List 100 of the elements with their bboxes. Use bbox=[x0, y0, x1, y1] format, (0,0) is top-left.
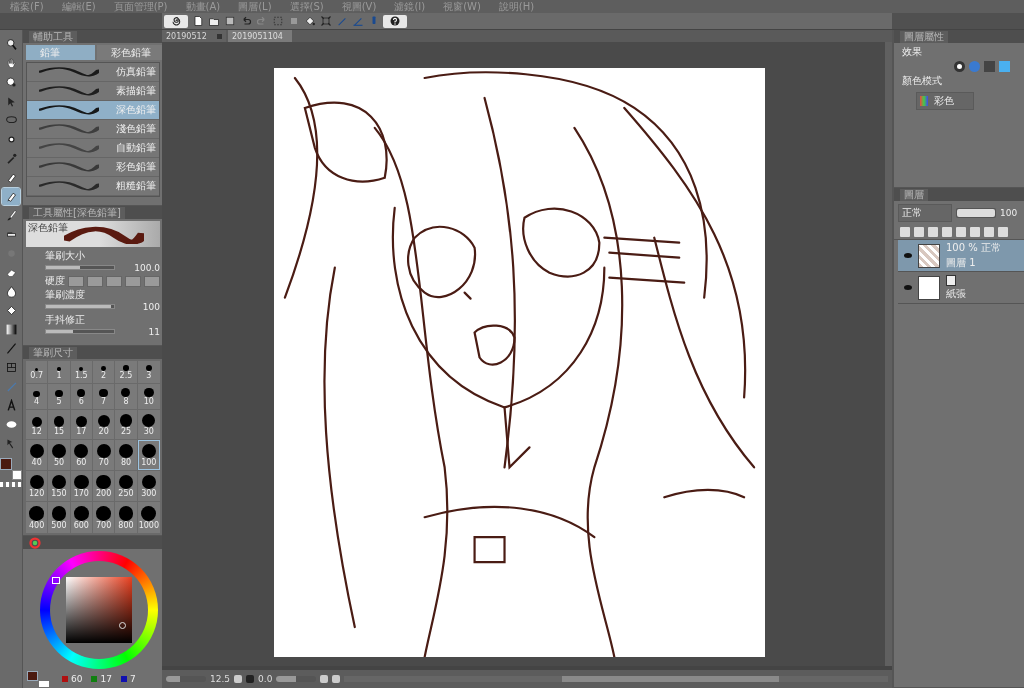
hardness-option[interactable] bbox=[144, 275, 160, 287]
color-mode-dropdown[interactable]: 彩色 bbox=[916, 92, 974, 110]
slider-track[interactable] bbox=[45, 304, 115, 309]
brush-size-option[interactable]: 60 bbox=[70, 440, 92, 471]
blend-mode-dropdown[interactable]: 正常 bbox=[898, 204, 952, 222]
brush-size-option[interactable]: 15 bbox=[48, 410, 70, 440]
brush-size-option[interactable]: 80 bbox=[115, 440, 137, 471]
sub-color-swatch[interactable] bbox=[39, 681, 49, 687]
layer-row[interactable]: 100 % 正常 圖層 1 bbox=[898, 240, 1024, 272]
brush-size-option[interactable]: 3 bbox=[137, 361, 160, 383]
brush-size-option[interactable]: 2.5 bbox=[115, 361, 137, 383]
brush-size-option[interactable]: 70 bbox=[93, 440, 115, 471]
slider-fill[interactable] bbox=[166, 676, 180, 682]
brush-size-option[interactable]: 170 bbox=[70, 471, 92, 502]
border-effect-button[interactable] bbox=[954, 61, 965, 72]
brush-size-option[interactable]: 25 bbox=[115, 410, 137, 440]
brush-item[interactable]: 自動鉛筆 bbox=[27, 139, 159, 158]
brush-size-option[interactable]: 8 bbox=[115, 383, 137, 410]
tool-group-tab[interactable]: 鉛筆 bbox=[26, 45, 95, 60]
color-square[interactable] bbox=[65, 576, 132, 643]
brush-size-option[interactable]: 7 bbox=[93, 383, 115, 410]
brush-size-option[interactable]: 1.5 bbox=[70, 361, 92, 383]
scrollbar[interactable] bbox=[885, 42, 892, 666]
panel-tab[interactable]: 圖層 bbox=[900, 188, 928, 201]
brush-item[interactable]: 深色鉛筆 bbox=[27, 101, 159, 120]
opacity-slider[interactable] bbox=[957, 209, 995, 217]
slider-fill[interactable] bbox=[276, 676, 297, 682]
hardness-option[interactable] bbox=[106, 275, 122, 287]
dot-icon bbox=[29, 475, 44, 490]
brush-item[interactable]: 粗糙鉛筆 bbox=[27, 177, 159, 196]
value-field[interactable]: 100.0 bbox=[134, 262, 160, 273]
brush-size-option[interactable]: 300 bbox=[137, 471, 160, 502]
hardness-option[interactable] bbox=[68, 275, 84, 287]
main-color-swatch[interactable] bbox=[0, 458, 12, 470]
brush-size-option[interactable]: 1000 bbox=[137, 502, 160, 533]
eye-icon[interactable] bbox=[904, 253, 912, 258]
document-tab[interactable]: 2019051104 bbox=[228, 30, 292, 42]
brush-size-option[interactable]: 500 bbox=[48, 502, 70, 533]
slider-track[interactable] bbox=[45, 265, 115, 270]
panel-tab[interactable]: 輔助工具 bbox=[29, 30, 77, 43]
scrollbar[interactable] bbox=[344, 676, 888, 682]
document-tab[interactable]: 20190512 bbox=[162, 30, 226, 42]
dotted-square-button[interactable] bbox=[271, 14, 284, 28]
brush-size-option[interactable]: 700 bbox=[93, 502, 115, 533]
brush-size-option[interactable]: 100 bbox=[137, 440, 160, 471]
panel-tab[interactable]: 筆刷尺寸 bbox=[29, 346, 77, 359]
dot-icon bbox=[77, 389, 86, 398]
help-button[interactable] bbox=[383, 14, 407, 28]
brush-size-option[interactable]: 6 bbox=[70, 383, 92, 410]
brush-size-option[interactable]: 30 bbox=[137, 410, 160, 440]
spiral-button[interactable] bbox=[164, 14, 188, 28]
slider-fill[interactable] bbox=[46, 330, 74, 333]
brush-size-option[interactable]: 150 bbox=[48, 471, 70, 502]
brush-size-option[interactable]: 250 bbox=[115, 471, 137, 502]
panel-tab[interactable]: 圖層屬性 bbox=[900, 30, 948, 43]
eye-icon[interactable] bbox=[904, 285, 912, 290]
slider-fill[interactable] bbox=[46, 305, 111, 308]
brush-size-option[interactable]: 5 bbox=[48, 383, 70, 410]
color-wheel-icon[interactable] bbox=[29, 536, 41, 549]
slider-fill[interactable] bbox=[46, 266, 80, 269]
brush-size-option[interactable]: 50 bbox=[48, 440, 70, 471]
color-effect-button[interactable] bbox=[999, 61, 1010, 72]
brush-size-option[interactable]: 120 bbox=[26, 471, 48, 502]
brush-size-option[interactable]: 0.7 bbox=[26, 361, 48, 383]
brush-size-option[interactable]: 10 bbox=[137, 383, 160, 410]
value-field[interactable]: 11 bbox=[148, 326, 160, 337]
transparent-swatch[interactable] bbox=[0, 482, 22, 487]
brush-item[interactable]: 仿真鉛筆 bbox=[27, 63, 159, 82]
brush-item[interactable]: 彩色鉛筆 bbox=[27, 158, 159, 177]
pencil-tool[interactable] bbox=[2, 188, 20, 205]
zoom-button[interactable] bbox=[234, 675, 243, 683]
brush-size-option[interactable]: 20 bbox=[93, 410, 115, 440]
bucket-button[interactable] bbox=[303, 14, 316, 28]
zoom-value[interactable]: 12.5 bbox=[210, 674, 231, 684]
angle-value[interactable]: 0.0 bbox=[258, 674, 273, 684]
value-field[interactable]: 100 bbox=[142, 301, 160, 312]
square-button[interactable] bbox=[223, 14, 236, 28]
hue-handle[interactable] bbox=[51, 576, 60, 584]
brush-size-option[interactable]: 800 bbox=[115, 502, 137, 533]
main-color-swatch[interactable] bbox=[27, 671, 38, 681]
brush-size-option[interactable]: 17 bbox=[70, 410, 92, 440]
brush-size-option[interactable]: 600 bbox=[70, 502, 92, 533]
brush-size-option[interactable]: 40 bbox=[26, 440, 48, 471]
slider-track[interactable] bbox=[45, 329, 115, 334]
brush-size-option[interactable]: 2 bbox=[93, 361, 115, 383]
layer-row[interactable]: 紙張 bbox=[898, 272, 1024, 304]
brush-size-option[interactable]: 1 bbox=[48, 361, 70, 383]
tool-group-tab[interactable]: 彩色鉛筆 bbox=[96, 45, 165, 60]
sub-color-swatch[interactable] bbox=[12, 470, 22, 480]
fit-button[interactable] bbox=[246, 675, 255, 683]
brush-item[interactable]: 淺色鉛筆 bbox=[27, 120, 159, 139]
brush-size-option[interactable]: 200 bbox=[93, 471, 115, 502]
brush-size-option[interactable]: 400 bbox=[26, 502, 48, 533]
hardness-option[interactable] bbox=[87, 275, 103, 287]
page-button[interactable] bbox=[191, 14, 204, 28]
brush-size-option[interactable]: 4 bbox=[26, 383, 48, 410]
opacity-field[interactable]: 100 bbox=[1000, 208, 1018, 218]
brush-size-option[interactable]: 12 bbox=[26, 410, 48, 440]
hardness-option[interactable] bbox=[125, 275, 141, 287]
panel-tab[interactable]: 工具屬性[深色鉛筆] bbox=[29, 206, 125, 219]
